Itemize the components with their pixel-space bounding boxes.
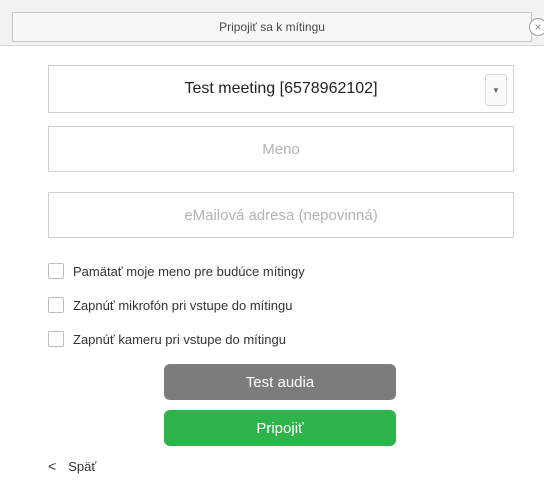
- enable-camera-checkbox[interactable]: [48, 331, 64, 347]
- back-link[interactable]: < Späť: [48, 456, 96, 476]
- remember-name-option[interactable]: Pamätať moje meno pre budúce mítingy: [48, 262, 305, 280]
- title-bar: Pripojiť sa k mítingu ×: [0, 0, 544, 46]
- enable-camera-label: Zapnúť kameru pri vstupe do mítingu: [73, 331, 286, 347]
- enable-microphone-label: Zapnúť mikrofón pri vstupe do mítingu: [73, 297, 293, 313]
- enable-camera-option[interactable]: Zapnúť kameru pri vstupe do mítingu: [48, 330, 286, 348]
- close-icon[interactable]: ×: [529, 18, 544, 36]
- name-input[interactable]: [49, 127, 513, 171]
- remember-name-label: Pamätať moje meno pre budúce mítingy: [73, 263, 305, 279]
- enable-microphone-option[interactable]: Zapnúť mikrofón pri vstupe do mítingu: [48, 296, 292, 314]
- meeting-selected-value: Test meeting [6578962102]: [184, 80, 378, 97]
- join-button[interactable]: Pripojiť: [164, 410, 396, 446]
- enable-microphone-checkbox[interactable]: [48, 297, 64, 313]
- remember-name-checkbox[interactable]: [48, 263, 64, 279]
- chevron-left-icon: <: [48, 458, 57, 474]
- chevron-down-icon[interactable]: ▼: [485, 74, 507, 106]
- join-meeting-window: Pripojiť sa k mítingu × Test meeting [65…: [0, 0, 544, 488]
- meeting-select[interactable]: Test meeting [6578962102] ▼: [48, 65, 514, 113]
- title-box: Pripojiť sa k mítingu: [12, 12, 532, 42]
- test-audio-button[interactable]: Test audia: [164, 364, 396, 400]
- window-title: Pripojiť sa k mítingu: [219, 20, 325, 34]
- back-label: Späť: [68, 458, 97, 474]
- email-field-container: [48, 192, 514, 238]
- email-input[interactable]: [49, 193, 513, 237]
- name-field-container: [48, 126, 514, 172]
